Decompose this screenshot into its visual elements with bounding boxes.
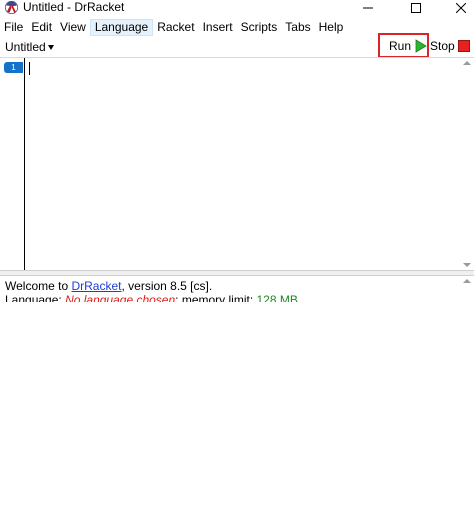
welcome-suffix: , version 8.5 [cs]. xyxy=(121,279,213,293)
language-status: Language: No language chosen; memory lim… xyxy=(5,293,298,302)
window-title: Untitled - DrRacket xyxy=(23,0,125,14)
scroll-up-icon[interactable] xyxy=(463,279,471,283)
maximize-button[interactable] xyxy=(401,0,431,16)
close-button[interactable] xyxy=(446,0,474,16)
menu-scripts[interactable]: Scripts xyxy=(237,19,282,36)
scroll-up-icon[interactable] xyxy=(463,61,471,65)
definitions-editor[interactable]: 1 xyxy=(0,58,474,270)
menu-edit[interactable]: Edit xyxy=(27,19,56,36)
welcome-prefix: Welcome to xyxy=(5,279,72,293)
memory-label: ; memory limit: xyxy=(175,293,257,302)
menu-tabs[interactable]: Tabs xyxy=(281,19,314,36)
menu-racket[interactable]: Racket xyxy=(153,19,198,36)
menu-language[interactable]: Language xyxy=(89,18,154,36)
play-icon xyxy=(415,38,427,53)
scroll-down-icon[interactable] xyxy=(463,263,471,267)
document-name-dropdown[interactable]: Untitled xyxy=(5,39,54,55)
menu-insert[interactable]: Insert xyxy=(199,19,237,36)
language-value: No language chosen xyxy=(65,293,176,302)
drracket-logo-icon xyxy=(5,1,18,14)
stop-icon xyxy=(457,40,470,52)
run-button[interactable]: Run xyxy=(378,33,429,58)
line-number: 1 xyxy=(4,62,23,73)
text-cursor xyxy=(29,62,30,75)
interactions-pane[interactable]: Welcome to DrRacket, version 8.5 [cs]. L… xyxy=(0,276,474,302)
language-label: Language: xyxy=(5,293,66,302)
welcome-message: Welcome to DrRacket, version 8.5 [cs]. xyxy=(5,279,212,293)
memory-value: 128 MB xyxy=(256,293,298,302)
gutter-divider xyxy=(24,58,25,270)
chevron-down-icon xyxy=(47,45,54,50)
menu-file[interactable]: File xyxy=(0,19,27,36)
minimize-button[interactable] xyxy=(353,0,383,16)
menu-view[interactable]: View xyxy=(56,19,90,36)
maximize-icon xyxy=(411,3,421,13)
title-bar: Untitled - DrRacket xyxy=(0,0,474,16)
menu-help[interactable]: Help xyxy=(315,19,348,36)
minimize-icon xyxy=(363,7,373,9)
stop-button[interactable]: Stop xyxy=(430,38,470,54)
stop-label: Stop xyxy=(430,39,455,53)
close-icon xyxy=(456,3,466,13)
drracket-link[interactable]: DrRacket xyxy=(71,279,121,293)
run-label: Run xyxy=(389,38,412,53)
interactions-scrollbar[interactable] xyxy=(460,276,474,302)
document-name-label: Untitled xyxy=(5,40,46,54)
definitions-scrollbar[interactable] xyxy=(460,58,474,270)
